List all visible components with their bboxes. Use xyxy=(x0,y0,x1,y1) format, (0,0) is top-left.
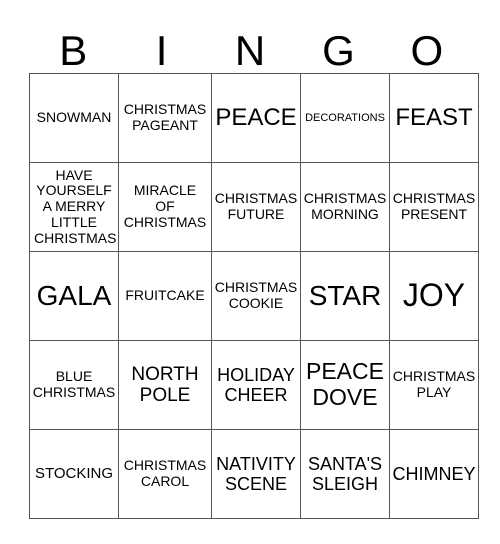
bingo-cell[interactable]: SNOWMAN xyxy=(29,73,119,163)
bingo-cell[interactable]: JOY xyxy=(389,251,479,341)
bingo-header: B I N G O xyxy=(29,26,471,76)
bingo-cell[interactable]: DECORATIONS xyxy=(300,73,390,163)
bingo-cell[interactable]: FRUITCAKE xyxy=(118,251,212,341)
bingo-cell[interactable]: HOLIDAY CHEER xyxy=(211,340,301,430)
header-letter-o: O xyxy=(410,27,444,74)
bingo-cell[interactable]: BLUE CHRISTMAS xyxy=(29,340,119,430)
bingo-cell[interactable]: CHRISTMAS PRESENT xyxy=(389,162,479,252)
bingo-cell[interactable]: CHRISTMAS PAGEANT xyxy=(118,73,212,163)
header-letter-n: N xyxy=(234,27,266,74)
header-letter-i: I xyxy=(155,27,168,74)
bingo-cell[interactable]: MIRACLE OF CHRISTMAS xyxy=(118,162,212,252)
grid-row: GALA FRUITCAKE CHRISTMAS COOKIE STAR JOY xyxy=(29,251,479,341)
bingo-cell[interactable]: PEACE xyxy=(211,73,301,163)
bingo-cell[interactable]: STOCKING xyxy=(29,429,119,519)
bingo-cell[interactable]: PEACE DOVE xyxy=(300,340,390,430)
header-letter-g: G xyxy=(322,27,355,74)
bingo-cell[interactable]: HAVE YOURSELF A MERRY LITTLE CHRISTMAS xyxy=(29,162,119,252)
bingo-cell[interactable]: STAR xyxy=(300,251,390,341)
grid-row: HAVE YOURSELF A MERRY LITTLE CHRISTMAS M… xyxy=(29,162,479,252)
grid-row: BLUE CHRISTMAS NORTH POLE HOLIDAY CHEER … xyxy=(29,340,479,430)
bingo-cell[interactable]: CHRISTMAS MORNING xyxy=(300,162,390,252)
bingo-cell[interactable]: SANTA'S SLEIGH xyxy=(300,429,390,519)
bingo-cell[interactable]: FEAST xyxy=(389,73,479,163)
bingo-cell[interactable]: NORTH POLE xyxy=(118,340,212,430)
bingo-cell[interactable]: CHRISTMAS COOKIE xyxy=(211,251,301,341)
bingo-cell[interactable]: GALA xyxy=(29,251,119,341)
bingo-cell[interactable]: CHRISTMAS PLAY xyxy=(389,340,479,430)
grid-row: SNOWMAN CHRISTMAS PAGEANT PEACE DECORATI… xyxy=(29,73,479,163)
grid-row: STOCKING CHRISTMAS CAROL NATIVITY SCENE … xyxy=(29,429,479,519)
bingo-cell[interactable]: NATIVITY SCENE xyxy=(211,429,301,519)
bingo-grid: SNOWMAN CHRISTMAS PAGEANT PEACE DECORATI… xyxy=(29,73,479,519)
bingo-cell[interactable]: CHIMNEY xyxy=(389,429,479,519)
header-letter-b: B xyxy=(59,27,88,74)
bingo-cell[interactable]: CHRISTMAS FUTURE xyxy=(211,162,301,252)
bingo-cell[interactable]: CHRISTMAS CAROL xyxy=(118,429,212,519)
